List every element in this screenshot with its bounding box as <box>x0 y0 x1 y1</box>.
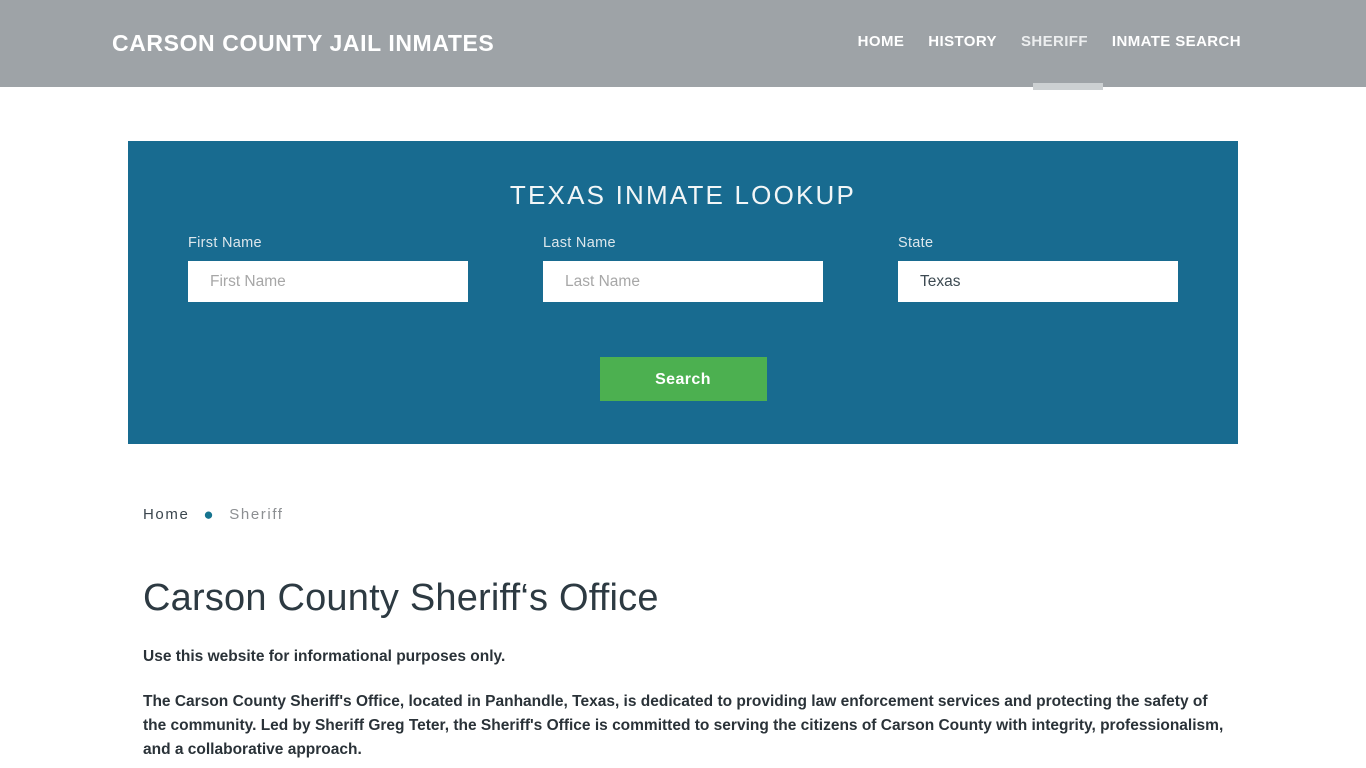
nav-item-history[interactable]: HISTORY <box>916 33 1009 50</box>
breadcrumb-separator-dot-icon: ● <box>203 505 216 524</box>
state-input[interactable] <box>898 261 1178 302</box>
state-label: State <box>898 235 934 251</box>
breadcrumb: Home ● Sheriff <box>143 506 284 523</box>
lookup-panel-title: TEXAS INMATE LOOKUP <box>509 180 857 210</box>
last-name-label: Last Name <box>543 235 616 251</box>
article: Carson County Sheriff‘s Office Use this … <box>143 577 1225 768</box>
nav-item-home[interactable]: HOME <box>846 33 917 50</box>
nav-item-inmate-search[interactable]: INMATE SEARCH <box>1100 33 1253 50</box>
first-name-field-group: First Name <box>188 235 468 302</box>
main-navigation: HOME HISTORY SHERIFF INMATE SEARCH <box>846 33 1253 50</box>
site-header: CARSON COUNTY JAIL INMATES HOME HISTORY … <box>0 0 1366 87</box>
search-button-row: Search <box>128 357 1238 401</box>
first-name-input[interactable] <box>188 261 468 302</box>
nav-item-sheriff[interactable]: SHERIFF <box>1009 33 1100 50</box>
article-body-paragraph: The Carson County Sheriff's Office, loca… <box>143 692 1224 758</box>
nav-active-underline <box>1033 83 1103 90</box>
last-name-input[interactable] <box>543 261 823 302</box>
breadcrumb-item-home[interactable]: Home <box>143 506 189 523</box>
lookup-fields-row: First Name Last Name State <box>128 235 1238 327</box>
state-field-group: State <box>898 235 1178 302</box>
article-lede: Use this website for informational purpo… <box>143 647 506 665</box>
search-button[interactable]: Search <box>599 357 767 401</box>
site-brand: CARSON COUNTY JAIL INMATES <box>112 30 495 56</box>
inmate-lookup-panel: TEXAS INMATE LOOKUP First Name Last Name… <box>128 141 1238 444</box>
first-name-label: First Name <box>188 235 262 251</box>
page-title: Carson County Sheriff‘s Office <box>143 577 659 619</box>
breadcrumb-item-current: Sheriff <box>229 506 284 523</box>
last-name-field-group: Last Name <box>543 235 823 302</box>
